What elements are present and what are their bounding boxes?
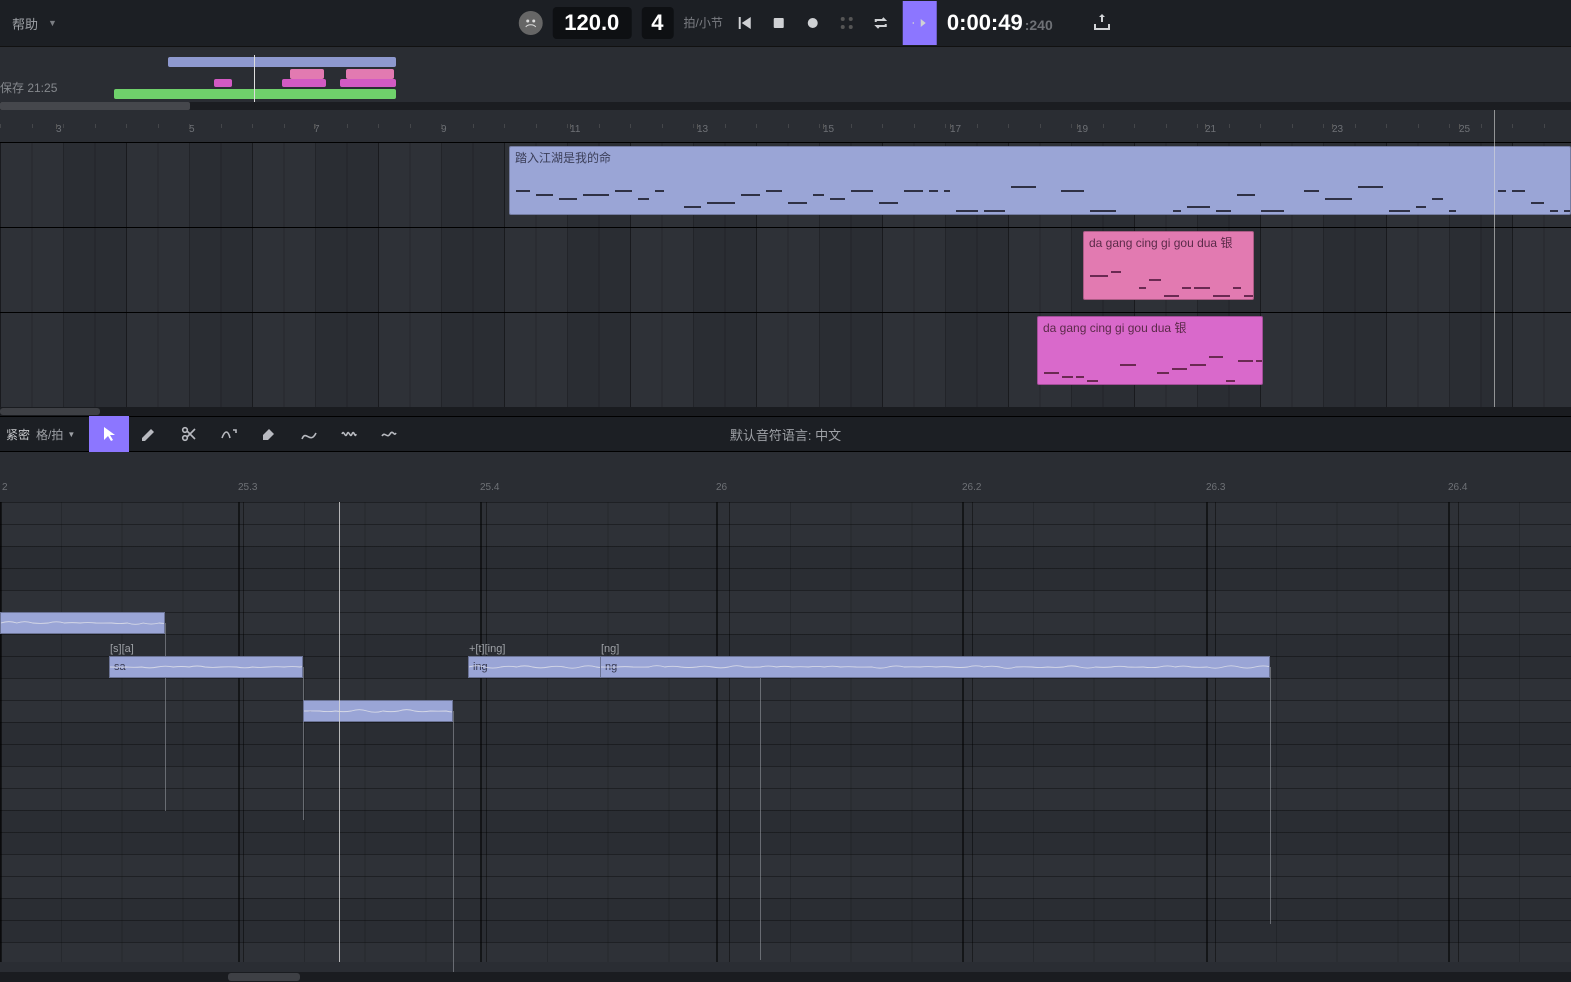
- follow-playhead-button[interactable]: [903, 1, 937, 45]
- grid-unit-label: 格/拍: [36, 426, 63, 443]
- top-toolbar: 帮助 ▼ 120.0 4 拍/小节 0:00:49 :240: [0, 0, 1571, 47]
- track-row-2[interactable]: da gang cing gi gou dua 银: [0, 227, 1571, 307]
- editor-ruler[interactable]: 2 25.3 25.4 26 26.2 26.3 26.4: [0, 482, 1571, 502]
- tool-pointer[interactable]: [89, 416, 129, 452]
- export-button[interactable]: [1093, 13, 1111, 34]
- ruler-mark: 15: [823, 124, 834, 142]
- overview-strip: 保存 21:25: [0, 47, 1571, 110]
- arrangement-view[interactable]: 35791113151719212325 踏入江湖是我的命 da gang ci…: [0, 110, 1571, 416]
- menu-help-label: 帮助: [12, 14, 38, 33]
- note-block[interactable]: ng[ng]: [600, 656, 1270, 678]
- tool-paint[interactable]: [249, 416, 289, 452]
- editor-ruler-mark: 26.3: [1206, 482, 1225, 493]
- tool-pencil[interactable]: [129, 416, 169, 452]
- time-display[interactable]: 0:00:49: [947, 10, 1023, 36]
- ruler-mark: 3: [56, 124, 62, 142]
- ruler-mark: 21: [1205, 124, 1216, 142]
- editor-ruler-mark: 26.2: [962, 482, 981, 493]
- ruler-mark: 25: [1459, 124, 1470, 142]
- ruler-mark: 23: [1332, 124, 1343, 142]
- editor-grid[interactable]: sa[s][a]-ing+[t][ing]ng[ng]: [0, 502, 1571, 962]
- clip-pink2[interactable]: da gang cing gi gou dua 银: [1037, 316, 1263, 385]
- metronome-button[interactable]: [835, 11, 859, 35]
- time-sub-display: :240: [1025, 17, 1053, 33]
- note-block[interactable]: -: [303, 700, 453, 722]
- tool-eraser[interactable]: [289, 416, 329, 452]
- grid-unit-select[interactable]: 格/拍 ▼: [36, 426, 75, 443]
- editor-ruler-mark: 25.4: [480, 482, 499, 493]
- clip-blue-label: 踏入江湖是我的命: [515, 149, 1565, 166]
- note-lyric: -: [308, 705, 312, 717]
- arrangement-ruler[interactable]: 35791113151719212325: [0, 124, 1571, 142]
- transport-cluster: 120.0 4 拍/小节 0:00:49 :240: [518, 1, 1053, 45]
- ruler-mark: 19: [1077, 124, 1088, 142]
- default-note-language-label[interactable]: 默认音符语言: 中文: [730, 425, 841, 444]
- overview-scrollbar[interactable]: [0, 102, 1571, 110]
- editor-h-scrollbar[interactable]: [0, 972, 1571, 982]
- autosave-label: 保存 21:25: [0, 79, 57, 96]
- ruler-mark: 17: [950, 124, 961, 142]
- editor-playhead[interactable]: [339, 502, 340, 962]
- tool-scissors[interactable]: [169, 416, 209, 452]
- ruler-mark: 13: [697, 124, 708, 142]
- grid-density-label[interactable]: 紧密: [6, 426, 30, 443]
- tool-smooth[interactable]: [369, 416, 409, 452]
- record-button[interactable]: [801, 11, 825, 35]
- note-phoneme: [s][a]: [110, 639, 134, 659]
- arrangement-playhead[interactable]: [1494, 110, 1495, 416]
- note-block[interactable]: [0, 612, 165, 634]
- tool-pitch-curve[interactable]: [209, 416, 249, 452]
- editor-ruler-mark: 26.4: [1448, 482, 1467, 493]
- note-phoneme: +[t][ing]: [469, 639, 505, 659]
- tempo-field[interactable]: 120.0: [552, 7, 631, 39]
- clip-blue[interactable]: 踏入江湖是我的命: [509, 146, 1571, 215]
- track-row-1[interactable]: 踏入江湖是我的命: [0, 142, 1571, 222]
- note-lyric: ng: [605, 661, 617, 673]
- timesig-field[interactable]: 4: [641, 7, 673, 39]
- note-block[interactable]: sa[s][a]: [109, 656, 303, 678]
- note-lyric: sa: [114, 661, 126, 673]
- tool-vibrato[interactable]: [329, 416, 369, 452]
- stop-button[interactable]: [767, 11, 791, 35]
- editor-ruler-mark: 2: [2, 482, 8, 493]
- editor-ruler-mark: 25.3: [238, 482, 257, 493]
- track-row-3[interactable]: da gang cing gi gou dua 银: [0, 312, 1571, 392]
- ruler-mark: 11: [570, 124, 580, 142]
- loop-button[interactable]: [869, 11, 893, 35]
- dropdown-icon: ▼: [67, 430, 75, 439]
- piano-roll-editor[interactable]: 225.325.42626.226.326.4 sa[s][a]-ing+[t]…: [0, 452, 1571, 982]
- menu-help[interactable]: 帮助 ▼: [12, 14, 57, 33]
- editor-toolbar: 紧密 格/拍 ▼ 默认音符语言: 中文: [0, 416, 1571, 452]
- avatar[interactable]: [518, 11, 542, 35]
- note-lyric: ing: [473, 661, 488, 673]
- skip-start-button[interactable]: [733, 11, 757, 35]
- note-phoneme: [ng]: [601, 639, 619, 659]
- dropdown-icon: ▼: [48, 18, 57, 28]
- clip-pink1[interactable]: da gang cing gi gou dua 银: [1083, 231, 1254, 300]
- overview-minimap[interactable]: [114, 57, 400, 101]
- arrangement-h-scrollbar[interactable]: [0, 407, 1571, 416]
- clip-pink2-label: da gang cing gi gou dua 银: [1043, 319, 1257, 336]
- clip-pink1-label: da gang cing gi gou dua 银: [1089, 234, 1248, 251]
- editor-ruler-mark: 26: [716, 482, 727, 493]
- timesig-unit-label: 拍/小节: [684, 17, 723, 29]
